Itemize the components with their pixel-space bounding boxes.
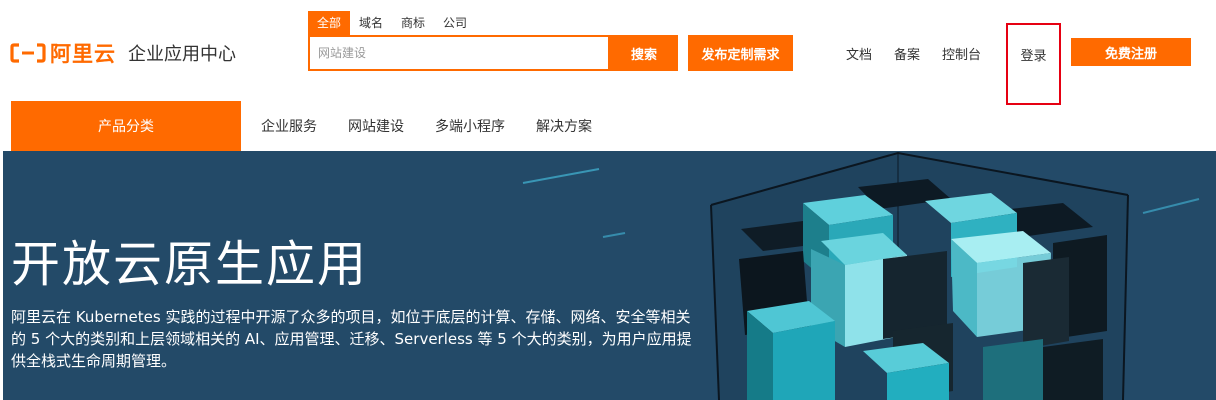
main-nav: 企业服务 网站建设 多端小程序 解决方案 xyxy=(261,101,623,151)
docs-link[interactable]: 文档 xyxy=(846,44,872,63)
product-category-button[interactable]: 产品分类 xyxy=(11,101,241,151)
top-links: 文档 备案 控制台 xyxy=(846,35,1003,71)
nav-item-website-building[interactable]: 网站建设 xyxy=(348,116,404,136)
nav-item-enterprise-services[interactable]: 企业服务 xyxy=(261,116,317,136)
icp-filing-link[interactable]: 备案 xyxy=(894,44,920,63)
search-box xyxy=(308,35,610,71)
search-tab-domain[interactable]: 域名 xyxy=(350,11,392,35)
login-highlight-box: 登录 xyxy=(1006,23,1061,105)
search-button[interactable]: 搜索 xyxy=(610,35,678,71)
search-tab-trademark[interactable]: 商标 xyxy=(392,11,434,35)
logo-subtitle: 企业应用中心 xyxy=(128,44,236,65)
free-register-button[interactable]: 免费注册 xyxy=(1071,38,1191,66)
console-link[interactable]: 控制台 xyxy=(942,44,981,63)
search-tabs: 全部 域名 商标 公司 xyxy=(308,11,476,35)
hero-banner[interactable]: 开放云原生应用 阿里云在 Kubernetes 实践的过程中开源了众多的项目，如… xyxy=(3,151,1216,400)
banner-title: 开放云原生应用 xyxy=(11,236,369,293)
nav-item-solutions[interactable]: 解决方案 xyxy=(536,116,592,136)
search-tab-all[interactable]: 全部 xyxy=(308,11,351,35)
search-input[interactable] xyxy=(310,37,608,69)
banner-description: 阿里云在 Kubernetes 实践的过程中开源了众多的项目，如位于底层的计算、… xyxy=(11,308,692,370)
logo-text: 阿里云 xyxy=(50,42,116,66)
login-link[interactable]: 登录 xyxy=(1020,45,1046,64)
aliyun-logo[interactable]: 阿里云 企业应用中心 xyxy=(10,38,236,68)
publish-demand-button[interactable]: 发布定制需求 xyxy=(688,35,793,71)
aliyun-logo-icon xyxy=(10,43,46,63)
search-tab-company[interactable]: 公司 xyxy=(434,11,476,35)
nav-item-mini-programs[interactable]: 多端小程序 xyxy=(435,116,505,136)
